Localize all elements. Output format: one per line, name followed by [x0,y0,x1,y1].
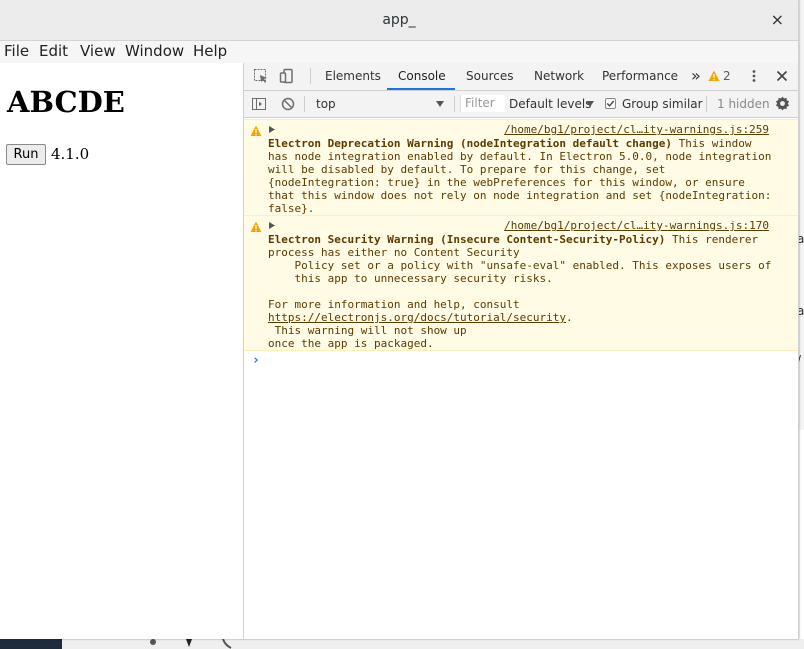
tab-network[interactable]: Network [534,69,584,83]
version-text: 4.1.0 [51,145,90,163]
close-devtools-icon[interactable] [774,68,790,84]
inspect-element-icon[interactable] [253,68,269,84]
log-levels-select[interactable]: Default levels [509,97,591,111]
message-text-line: For more information and help, consult [268,298,520,311]
message-text-line: This warning will not show up [268,324,467,337]
menu-edit[interactable]: Edit [39,42,68,60]
hidden-count: 1 hidden [717,97,770,111]
tab-elements[interactable]: Elements [325,69,381,83]
warning-icon[interactable] [708,70,720,82]
group-similar-checkbox[interactable] [605,98,616,109]
message-source-link[interactable]: /home/bg1/project/cl…ity-warnings.js:170 [504,219,769,232]
console-prompt[interactable]: › [252,353,260,368]
app-content: ABCDE Run 4.1.0 [0,63,244,639]
phone-icon [222,639,232,649]
message-text-line: This window [671,137,752,150]
toolbar-divider [454,96,455,112]
close-window-button[interactable]: × [771,10,784,29]
message-text-line: false}. [268,202,315,215]
active-tab-indicator [387,88,455,90]
menu-window[interactable]: Window [125,42,184,60]
person-icon [150,639,156,645]
menu-bar: File Edit View Window Help [0,41,798,63]
message-text-line: has node integration enabled by default.… [268,150,772,163]
more-tabs-button[interactable]: » [691,66,701,85]
message-text-line: process has either no Content Security [268,246,520,259]
console-warning-message: /home/bg1/project/cl…ity-warnings.js:259… [244,119,798,216]
menu-help[interactable]: Help [193,42,227,60]
message-text: Electron Deprecation Warning (nodeIntegr… [268,137,771,215]
toolbar-divider [304,96,305,112]
message-text-line: . [566,311,573,324]
filter-input[interactable]: Filter [460,95,505,112]
console-warning-message: /home/bg1/project/cl…ity-warnings.js:170… [244,215,798,351]
message-title: Electron Deprecation Warning (nodeIntegr… [268,137,672,150]
menu-view[interactable]: View [80,42,116,60]
run-button[interactable]: Run [6,144,46,165]
clear-console-icon[interactable] [280,96,296,112]
chevron-down-icon[interactable] [436,101,444,107]
gear-icon[interactable] [775,96,790,111]
message-title: Electron Security Warning (Insecure Cont… [268,233,666,246]
sidebar-toggle-icon[interactable] [251,96,267,112]
security-docs-link[interactable]: https://electronjs.org/docs/tutorial/sec… [268,311,566,324]
device-toolbar-icon[interactable] [279,68,295,84]
message-text-line: once the app is packaged. [268,337,434,350]
app-window: app_ × File Edit View Window Help ABCDE … [0,0,799,639]
warning-icon [250,125,262,136]
expand-triangle-icon[interactable] [269,126,275,133]
tab-performance[interactable]: Performance [602,69,678,83]
group-similar-label[interactable]: Group similar [622,97,703,111]
context-select[interactable]: top [316,97,336,111]
toolbar-divider [706,96,707,112]
message-text-line: This renderer [665,233,759,246]
taskbar-dark-block [0,639,62,649]
devtools-panel: Elements Console Sources Network Perform… [244,63,798,639]
warning-count[interactable]: 2 [723,69,731,83]
menu-file[interactable]: File [4,42,29,60]
page-heading: ABCDE [7,85,125,119]
window-title: app_ [382,12,416,28]
message-text-line: will be disabled by default. To prepare … [268,163,666,176]
message-text: Electron Security Warning (Insecure Cont… [268,233,771,350]
tab-console[interactable]: Console [398,69,446,83]
app-icon [186,639,192,647]
chevron-down-icon[interactable] [586,101,594,107]
message-text-line: Policy set or a policy with "unsafe-eval… [268,259,772,272]
expand-triangle-icon[interactable] [269,222,275,229]
console-toolbar: top Filter Default levels Group similar … [244,91,798,118]
tab-sources[interactable]: Sources [466,69,513,83]
kebab-menu-icon[interactable] [746,68,762,84]
devtools-tab-bar: Elements Console Sources Network Perform… [244,63,798,91]
title-bar[interactable]: app_ × [0,0,798,41]
message-source-link[interactable]: /home/bg1/project/cl…ity-warnings.js:259 [504,123,769,136]
message-text-line: that this window does not rely on node i… [268,189,772,202]
warning-icon [250,221,262,232]
message-text-line: this app to unnecessary security risks. [268,272,553,285]
toolbar-divider [310,68,311,84]
message-text-line: {nodeIntegration: true} in the webPrefer… [268,176,745,189]
background-taskbar [0,639,804,649]
